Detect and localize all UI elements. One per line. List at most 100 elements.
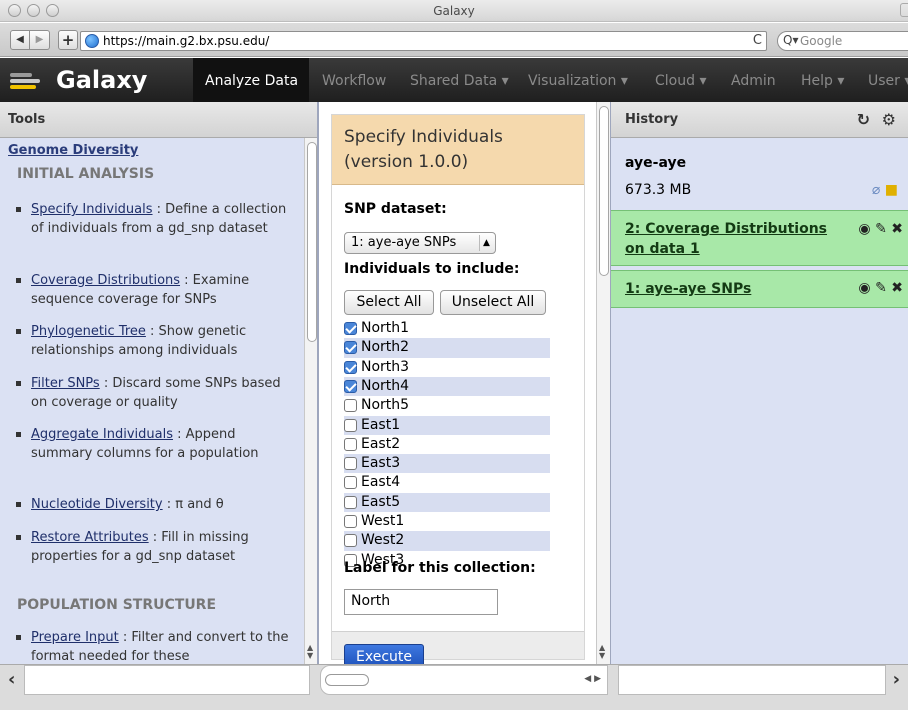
individual-checkbox[interactable] [344, 341, 357, 355]
tool-link-prepare-input[interactable]: Prepare Input [31, 630, 119, 645]
url-field[interactable]: https://main.g2.bx.psu.edu/ C [80, 31, 767, 51]
window-resize-icon[interactable] [900, 3, 908, 17]
add-bookmark-button[interactable]: + [58, 30, 78, 50]
center-scrollbar[interactable]: ▲ ▼ [596, 102, 610, 664]
eye-icon[interactable]: ◉ [858, 280, 870, 296]
individual-row[interactable]: East3 [344, 454, 550, 474]
individual-row[interactable]: North1 [344, 319, 550, 338]
individual-checkbox[interactable] [344, 476, 357, 490]
history-item-title[interactable]: 2: Coverage Distributions on data 1 [625, 219, 835, 259]
browser-toolbar: ◀ ▶ + https://main.g2.bx.psu.edu/ C Q▾ G… [0, 23, 908, 57]
history-item[interactable]: 2: Coverage Distributions on data 1 ◉ ✎ … [611, 210, 908, 266]
individual-checkbox[interactable] [344, 399, 357, 413]
nav-visualization[interactable]: Visualization ▾ [528, 73, 628, 89]
form-title: Specify Individuals (version 1.0.0) [344, 127, 503, 172]
url-text: https://main.g2.bx.psu.edu/ [103, 34, 270, 48]
refresh-icon[interactable]: ↻ [857, 110, 870, 129]
nav-workflow[interactable]: Workflow [322, 73, 386, 89]
hscroll-arrows-icon[interactable]: ◀ ▶ [584, 674, 601, 684]
individual-row[interactable]: East2 [344, 435, 550, 454]
individual-row[interactable]: North4 [344, 376, 550, 397]
nav-user[interactable]: User ▾ [868, 73, 908, 89]
scroll-arrows-icon[interactable]: ▲ ▼ [307, 644, 313, 660]
individual-row[interactable]: North3 [344, 358, 550, 377]
tool-link-aggregate-individuals[interactable]: Aggregate Individuals [31, 427, 173, 442]
history-item-title[interactable]: 1: aye-aye SNPs [625, 279, 835, 299]
hscroll-thumb[interactable] [325, 674, 369, 686]
nav-shared-data[interactable]: Shared Data ▾ [410, 73, 509, 89]
tool-link-nucleotide-diversity[interactable]: Nucleotide Diversity [31, 497, 163, 512]
window-title: Galaxy [433, 4, 475, 18]
select-all-button[interactable]: Select All [344, 290, 434, 315]
history-size: 673.3 MB [625, 182, 692, 198]
individual-row[interactable]: East5 [344, 492, 550, 512]
individuals-label: Individuals to include: [344, 261, 520, 277]
individual-row[interactable]: West2 [344, 531, 550, 551]
pencil-icon[interactable]: ✎ [875, 221, 887, 237]
individual-checkbox[interactable] [344, 534, 357, 548]
tools-scrollbar[interactable]: ▲ ▼ [304, 138, 317, 664]
individual-row[interactable]: West1 [344, 512, 550, 531]
nav-analyze-data[interactable]: Analyze Data [205, 73, 298, 89]
individual-checkbox[interactable] [344, 437, 357, 451]
individual-checkbox[interactable] [344, 457, 357, 471]
tools-scrollbar-thumb[interactable] [307, 142, 317, 342]
forward-button[interactable]: ▶ [30, 30, 50, 50]
collapse-right-icon[interactable]: › [893, 669, 900, 690]
history-name[interactable]: aye-aye [625, 155, 686, 171]
tool-link-coverage-distributions[interactable]: Coverage Distributions [31, 273, 180, 288]
center-scrollbar-thumb[interactable] [599, 106, 609, 276]
unselect-all-button[interactable]: Unselect All [440, 290, 546, 315]
nav-help[interactable]: Help ▾ [801, 73, 844, 89]
history-item[interactable]: 1: aye-aye SNPs ◉ ✎ ✖ [611, 270, 908, 308]
nav-admin[interactable]: Admin [731, 73, 776, 89]
individual-checkbox[interactable] [344, 379, 357, 393]
history-item-actions: ◉ ✎ ✖ [858, 280, 903, 296]
tool-link-filter-snps[interactable]: Filter SNPs [31, 376, 100, 391]
individual-label: North4 [361, 377, 410, 394]
individual-checkbox[interactable] [344, 495, 357, 509]
tool-link-restore-attributes[interactable]: Restore Attributes [31, 530, 149, 545]
brand-name[interactable]: Galaxy [56, 66, 147, 94]
back-button[interactable]: ◀ [10, 30, 30, 50]
history-hscroll[interactable] [618, 665, 886, 695]
execute-area: Execute [332, 631, 584, 670]
center-hscroll[interactable]: ◀ ▶ [320, 665, 608, 695]
individual-row[interactable]: East1 [344, 415, 550, 435]
individual-row[interactable]: North5 [344, 396, 550, 415]
individual-label: East4 [361, 474, 401, 491]
nav-cloud[interactable]: Cloud ▾ [655, 73, 706, 89]
individual-checkbox[interactable] [344, 515, 357, 528]
tool-link-phylogenetic-tree[interactable]: Phylogenetic Tree [31, 324, 146, 339]
individual-checkbox[interactable] [344, 360, 357, 374]
delete-icon[interactable]: ✖ [891, 280, 903, 296]
individual-row[interactable]: East4 [344, 473, 550, 492]
collapse-left-icon[interactable]: ‹ [8, 669, 15, 690]
annotate-icon[interactable]: ■ [885, 182, 898, 198]
delete-icon[interactable]: ✖ [891, 221, 903, 237]
individual-row[interactable]: North2 [344, 338, 550, 358]
tag-icon[interactable]: ⌀ [872, 182, 880, 198]
individual-label: East3 [361, 455, 401, 472]
window-titlebar: Galaxy [0, 0, 908, 22]
search-field[interactable]: Q▾ Google [777, 31, 908, 51]
galaxy-logo-icon[interactable] [10, 71, 46, 91]
reload-icon[interactable]: C [753, 33, 762, 48]
snp-dataset-select[interactable]: 1: aye-aye SNPs ▲ [344, 232, 496, 254]
form-header: Specify Individuals (version 1.0.0) [332, 115, 584, 185]
collection-name-input[interactable]: North [344, 589, 498, 615]
group-initial-analysis: INITIAL ANALYSIS [17, 166, 155, 182]
tools-hscroll[interactable] [24, 665, 310, 695]
individual-label: North5 [361, 397, 410, 414]
tool-form: Specify Individuals (version 1.0.0) SNP … [331, 114, 585, 670]
individual-checkbox[interactable] [344, 418, 357, 432]
pencil-icon[interactable]: ✎ [875, 280, 887, 296]
history-panel: History ↻ ⚙ aye-aye 673.3 MB ⌀ ■ 2: Cove… [610, 102, 908, 664]
eye-icon[interactable]: ◉ [858, 221, 870, 237]
tool-link-specify-individuals[interactable]: Specify Individuals [31, 202, 153, 217]
gear-icon[interactable]: ⚙ [882, 110, 896, 129]
section-genome-diversity[interactable]: Genome Diversity [8, 143, 138, 158]
scroll-arrows-icon[interactable]: ▲ ▼ [599, 644, 605, 660]
tools-panel: Tools Genome Diversity INITIAL ANALYSIS … [0, 102, 318, 664]
individual-checkbox[interactable] [344, 322, 357, 335]
